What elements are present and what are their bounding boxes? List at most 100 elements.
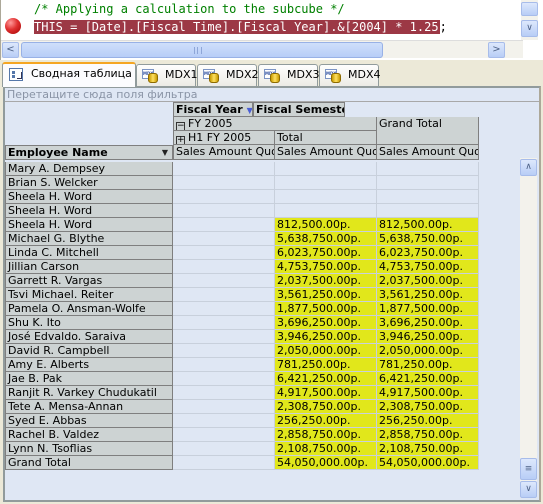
row-header-employee[interactable]: Sheela H. Word <box>5 190 173 204</box>
data-cell-h1[interactable] <box>173 162 275 176</box>
row-header-employee[interactable]: Lynn N. Tsoflias <box>5 442 173 456</box>
row-header-employee[interactable]: Linda C. Mitchell <box>5 246 173 260</box>
row-header-employee[interactable]: Mary A. Dempsey <box>5 162 173 176</box>
data-cell-grand-total[interactable]: 2,858,750.00р. <box>377 428 479 442</box>
measure-header[interactable]: Sales Amount Quota <box>377 145 479 160</box>
data-cell-grand-total[interactable]: 781,250.00р. <box>377 358 479 372</box>
data-cell-grand-total[interactable] <box>377 176 479 190</box>
data-cell-h1[interactable] <box>173 204 275 218</box>
pivot-vertical-scrollbar[interactable] <box>520 158 537 498</box>
data-cell-total[interactable]: 1,877,500.00р. <box>275 302 377 316</box>
data-cell-h1[interactable] <box>173 190 275 204</box>
data-cell-grand-total[interactable]: 3,696,250.00р. <box>377 316 479 330</box>
data-cell-grand-total[interactable]: 6,421,250.00р. <box>377 372 479 386</box>
data-cell-grand-total[interactable]: 4,753,750.00р. <box>377 260 479 274</box>
data-cell-grand-total[interactable]: 256,250.00р. <box>377 414 479 428</box>
data-cell-total[interactable]: 6,421,250.00р. <box>275 372 377 386</box>
data-cell-h1[interactable] <box>173 246 275 260</box>
data-cell-total[interactable]: 256,250.00р. <box>275 414 377 428</box>
data-cell-total[interactable] <box>275 176 377 190</box>
data-cell-grand-total[interactable]: 812,500.00р. <box>377 218 479 232</box>
row-header-employee[interactable]: Jillian Carson <box>5 260 173 274</box>
data-cell-total[interactable]: 2,858,750.00р. <box>275 428 377 442</box>
data-cell-total[interactable]: 2,037,500.00р. <box>275 274 377 288</box>
row-header-employee[interactable]: Garrett R. Vargas <box>5 274 173 288</box>
scroll-down-button[interactable]: ∨ <box>520 481 537 498</box>
data-cell-h1[interactable] <box>173 260 275 274</box>
scroll-up-button[interactable]: ∧ <box>520 159 537 176</box>
row-header-employee[interactable]: Pamela O. Ansman-Wolfe <box>5 302 173 316</box>
scroll-left-button[interactable]: < <box>2 42 19 58</box>
data-cell-grand-total[interactable] <box>377 190 479 204</box>
col-header-grand-total[interactable]: Grand Total <box>377 117 479 145</box>
breakpoint-icon[interactable] <box>5 18 21 34</box>
editor-horizontal-scrollbar[interactable]: < > <box>1 40 523 58</box>
editor-scroll-down-button[interactable]: ∨ <box>521 20 538 37</box>
data-cell-total[interactable]: 781,250.00р. <box>275 358 377 372</box>
data-cell-h1[interactable] <box>173 302 275 316</box>
code-comment-line[interactable]: /* Applying a calculation to the subcube… <box>34 1 345 18</box>
data-cell-total[interactable] <box>275 162 377 176</box>
scroll-right-button[interactable]: > <box>488 42 505 58</box>
data-cell-h1[interactable] <box>173 288 275 302</box>
row-header-employee[interactable]: Grand Total <box>5 456 173 470</box>
row-header-employee[interactable]: Sheela H. Word <box>5 204 173 218</box>
row-header-employee[interactable]: Brian S. Welcker <box>5 176 173 190</box>
row-header-employee[interactable]: Sheela H. Word <box>5 218 173 232</box>
data-cell-h1[interactable] <box>173 344 275 358</box>
row-header-employee[interactable]: Syed E. Abbas <box>5 414 173 428</box>
data-cell-total[interactable]: 2,108,750.00р. <box>275 442 377 456</box>
data-cell-h1[interactable] <box>173 218 275 232</box>
data-cell-h1[interactable] <box>173 330 275 344</box>
row-header-employee[interactable]: Shu K. Ito <box>5 316 173 330</box>
row-header-employee[interactable]: Tsvi Michael. Reiter <box>5 288 173 302</box>
tab-mdx3[interactable]: MDX MDX3 <box>258 64 320 86</box>
row-header-employee[interactable]: Michael G. Blythe <box>5 232 173 246</box>
data-cell-h1[interactable] <box>173 456 275 470</box>
col-header-total[interactable]: Total <box>275 131 377 145</box>
data-cell-grand-total[interactable]: 5,638,750.00р. <box>377 232 479 246</box>
measure-header[interactable]: Sales Amount Quota <box>275 145 377 160</box>
data-cell-total[interactable]: 6,023,750.00р. <box>275 246 377 260</box>
field-button-fiscal-year[interactable]: Fiscal Year ▼ <box>173 102 253 117</box>
data-cell-h1[interactable] <box>173 414 275 428</box>
data-cell-grand-total[interactable]: 6,023,750.00р. <box>377 246 479 260</box>
data-cell-total[interactable]: 3,561,250.00р. <box>275 288 377 302</box>
data-cell-grand-total[interactable] <box>377 162 479 176</box>
data-cell-h1[interactable] <box>173 400 275 414</box>
data-cell-grand-total[interactable]: 3,561,250.00р. <box>377 288 479 302</box>
row-header-employee[interactable]: Rachel B. Valdez <box>5 428 173 442</box>
row-header-employee[interactable]: Jae B. Pak <box>5 372 173 386</box>
col-header-fy-2005[interactable]: − FY 2005 <box>173 117 377 131</box>
data-cell-grand-total[interactable]: 2,037,500.00р. <box>377 274 479 288</box>
row-header-employee[interactable]: José Edvaldo. Saraiva <box>5 330 173 344</box>
field-button-fiscal-semester[interactable]: Fiscal Semester <box>253 102 345 117</box>
data-cell-total[interactable]: 2,050,000.00р. <box>275 344 377 358</box>
data-cell-h1[interactable] <box>173 232 275 246</box>
row-header-employee[interactable]: Ranjit R. Varkey Chudukatil <box>5 386 173 400</box>
data-cell-grand-total[interactable]: 3,946,250.00р. <box>377 330 479 344</box>
tab-mdx4[interactable]: MDX MDX4 <box>319 64 381 86</box>
data-cell-h1[interactable] <box>173 372 275 386</box>
data-cell-h1[interactable] <box>173 428 275 442</box>
mdx-script-editor[interactable]: /* Applying a calculation to the subcube… <box>0 0 543 60</box>
data-cell-grand-total[interactable]: 1,877,500.00р. <box>377 302 479 316</box>
data-cell-h1[interactable] <box>173 176 275 190</box>
row-header-employee[interactable]: Tete A. Mensa-Annan <box>5 400 173 414</box>
data-cell-total[interactable]: 2,308,750.00р. <box>275 400 377 414</box>
row-header-employee[interactable]: David R. Campbell <box>5 344 173 358</box>
data-cell-grand-total[interactable] <box>377 204 479 218</box>
editor-scroll-thumb-h[interactable] <box>21 42 383 58</box>
tab-mdx2[interactable]: MDX MDX2 <box>197 64 259 86</box>
editor-scroll-thumb-v[interactable] <box>521 2 538 16</box>
data-cell-total[interactable] <box>275 190 377 204</box>
tab-pivot-table[interactable]: Сводная таблица <box>2 62 136 87</box>
data-cell-total[interactable]: 5,638,750.00р. <box>275 232 377 246</box>
data-cell-total[interactable]: 4,917,500.00р. <box>275 386 377 400</box>
field-button-employee-name[interactable]: Employee Name ▼ <box>5 145 173 160</box>
data-cell-total[interactable]: 812,500.00р. <box>275 218 377 232</box>
data-cell-grand-total[interactable]: 54,050,000.00р. <box>377 456 479 470</box>
measure-header[interactable]: Sales Amount Quota <box>173 145 275 160</box>
data-cell-grand-total[interactable]: 2,050,000.00р. <box>377 344 479 358</box>
collapse-icon[interactable]: − <box>176 122 185 130</box>
